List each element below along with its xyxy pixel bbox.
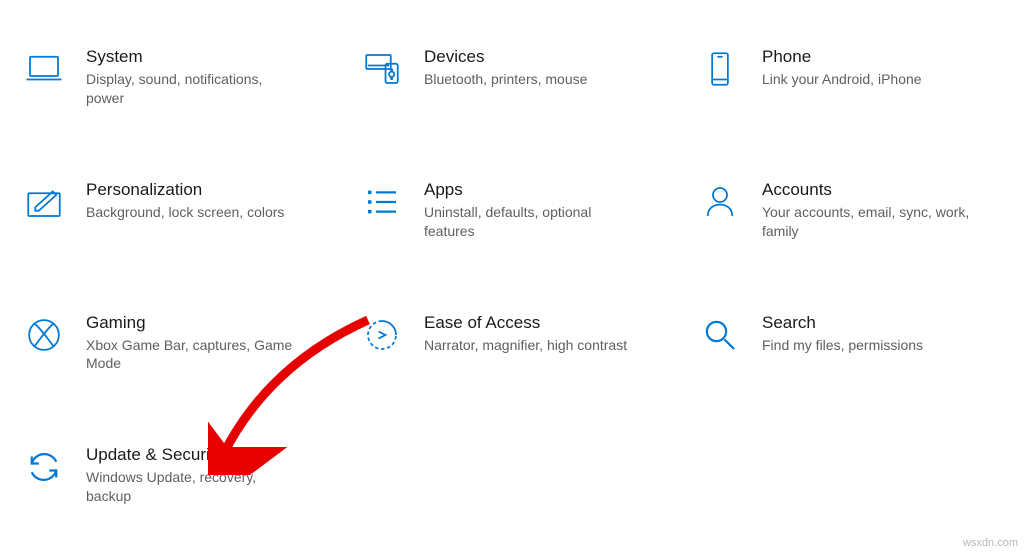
tile-text: System Display, sound, notifications, po… (86, 45, 296, 108)
tile-text: Search Find my files, permissions (762, 311, 923, 355)
tile-desc: Narrator, magnifier, high contrast (424, 336, 627, 355)
tile-title: Apps (424, 180, 634, 200)
tile-title: Gaming (86, 313, 296, 333)
tile-title: Search (762, 313, 923, 333)
tile-text: Update & Security Windows Update, recove… (86, 443, 296, 506)
tile-desc: Windows Update, recovery, backup (86, 468, 296, 506)
tile-title: Devices (424, 47, 587, 67)
tile-personalization[interactable]: Personalization Background, lock screen,… (20, 178, 338, 241)
tile-devices[interactable]: Devices Bluetooth, printers, mouse (358, 45, 676, 108)
xbox-icon (20, 311, 68, 359)
tile-desc: Xbox Game Bar, captures, Game Mode (86, 336, 296, 374)
tile-desc: Find my files, permissions (762, 336, 923, 355)
tile-phone[interactable]: Phone Link your Android, iPhone (696, 45, 1014, 108)
tile-text: Gaming Xbox Game Bar, captures, Game Mod… (86, 311, 296, 374)
tile-accounts[interactable]: Accounts Your accounts, email, sync, wor… (696, 178, 1014, 241)
ease-icon (358, 311, 406, 359)
tile-search[interactable]: Search Find my files, permissions (696, 311, 1014, 374)
tile-title: Update & Security (86, 445, 296, 465)
search-icon (696, 311, 744, 359)
tile-desc: Display, sound, notifications, power (86, 70, 296, 108)
tile-text: Ease of Access Narrator, magnifier, high… (424, 311, 627, 355)
tile-desc: Link your Android, iPhone (762, 70, 922, 89)
tile-update-security[interactable]: Update & Security Windows Update, recove… (20, 443, 338, 506)
tile-gaming[interactable]: Gaming Xbox Game Bar, captures, Game Mod… (20, 311, 338, 374)
devices-icon (358, 45, 406, 93)
settings-grid: System Display, sound, notifications, po… (0, 0, 1024, 536)
tile-title: Phone (762, 47, 922, 67)
tile-text: Phone Link your Android, iPhone (762, 45, 922, 89)
tile-desc: Uninstall, defaults, optional features (424, 203, 634, 241)
tile-desc: Bluetooth, printers, mouse (424, 70, 587, 89)
tile-title: Ease of Access (424, 313, 627, 333)
tile-ease-of-access[interactable]: Ease of Access Narrator, magnifier, high… (358, 311, 676, 374)
list-icon (358, 178, 406, 226)
tile-desc: Your accounts, email, sync, work, family (762, 203, 972, 241)
tile-text: Apps Uninstall, defaults, optional featu… (424, 178, 634, 241)
tile-desc: Background, lock screen, colors (86, 203, 284, 222)
tile-apps[interactable]: Apps Uninstall, defaults, optional featu… (358, 178, 676, 241)
tile-text: Accounts Your accounts, email, sync, wor… (762, 178, 972, 241)
tile-text: Devices Bluetooth, printers, mouse (424, 45, 587, 89)
phone-icon (696, 45, 744, 93)
tile-title: Accounts (762, 180, 972, 200)
tile-text: Personalization Background, lock screen,… (86, 178, 284, 222)
laptop-icon (20, 45, 68, 93)
tile-title: Personalization (86, 180, 284, 200)
sync-icon (20, 443, 68, 491)
tile-title: System (86, 47, 296, 67)
tile-system[interactable]: System Display, sound, notifications, po… (20, 45, 338, 108)
person-icon (696, 178, 744, 226)
pen-icon (20, 178, 68, 226)
watermark: wsxdn.com (963, 537, 1018, 549)
